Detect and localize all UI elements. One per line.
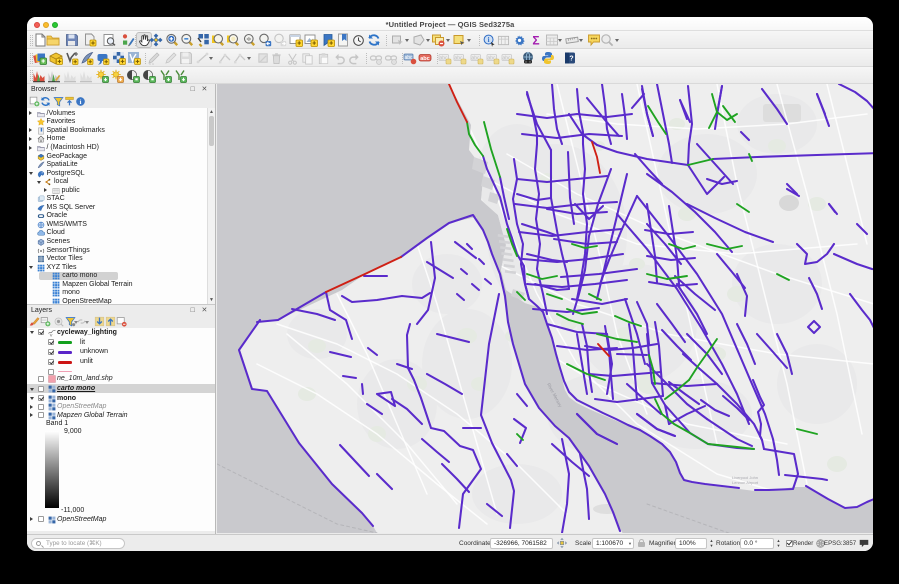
svg-text:Lennon Airport: Lennon Airport [732,480,759,485]
svg-text:?: ? [569,56,573,63]
svg-text:Σ: Σ [532,34,539,48]
svg-text:i: i [487,35,489,43]
svg-text:i: i [80,99,82,106]
svg-text:abc: abc [420,56,429,62]
svg-text:V: V [49,332,52,337]
